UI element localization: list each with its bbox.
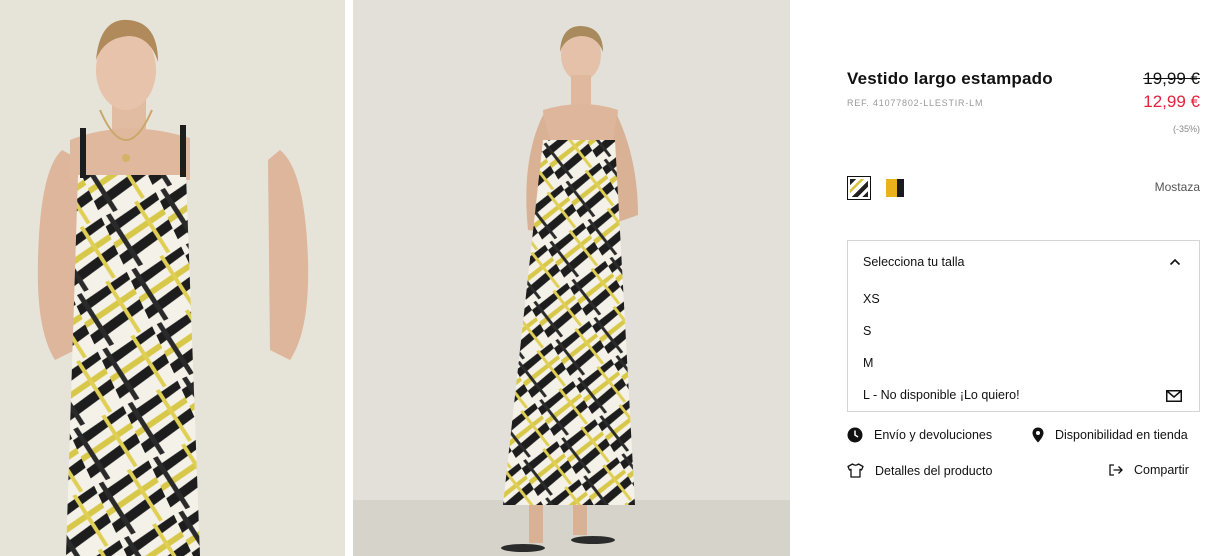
- color-swatch-print[interactable]: [847, 176, 871, 200]
- store-availability-link[interactable]: Disponibilidad en tienda: [1032, 427, 1188, 443]
- size-option-s[interactable]: S: [863, 324, 871, 338]
- sale-price: 12,99 €: [1143, 92, 1200, 111]
- clock-icon: [847, 427, 863, 443]
- model-photo-illustration: [0, 0, 345, 556]
- discount-badge: (-35%): [1172, 124, 1200, 134]
- tshirt-icon: [847, 463, 864, 478]
- share-link[interactable]: Compartir: [1109, 463, 1189, 477]
- product-details-label: Detalles del producto: [875, 463, 993, 478]
- selected-color-name: Mostaza: [1154, 180, 1200, 194]
- size-selector[interactable]: Selecciona tu talla XS S M L - No dispon…: [847, 240, 1200, 412]
- size-selector-header[interactable]: Selecciona tu talla: [863, 255, 964, 269]
- shipping-returns-link[interactable]: Envío y devoluciones: [847, 427, 992, 443]
- product-details-link[interactable]: Detalles del producto: [847, 463, 992, 478]
- mail-icon[interactable]: [1166, 390, 1182, 402]
- size-option-m[interactable]: M: [863, 356, 873, 370]
- model-photo-illustration: [353, 0, 790, 556]
- location-pin-icon: [1032, 427, 1044, 443]
- store-availability-label: Disponibilidad en tienda: [1055, 428, 1188, 442]
- shipping-returns-label: Envío y devoluciones: [874, 428, 993, 442]
- product-reference: REF. 41077802-LLESTIR-LM: [847, 98, 984, 108]
- product-image-full[interactable]: [353, 0, 790, 556]
- share-icon: [1109, 464, 1123, 476]
- product-image-front[interactable]: [0, 0, 345, 556]
- original-price: 19,99 €: [1143, 69, 1200, 88]
- chevron-up-icon[interactable]: [1169, 258, 1181, 266]
- product-info-panel: Vestido largo estampado REF. 41077802-LL…: [847, 0, 1200, 556]
- print-swatch-icon: [850, 179, 868, 197]
- size-option-l-unavailable[interactable]: L - No disponible ¡Lo quiero!: [863, 388, 1020, 402]
- size-option-xs[interactable]: XS: [863, 292, 880, 306]
- color-swatch-mustard[interactable]: [883, 176, 907, 200]
- product-title: Vestido largo estampado: [847, 69, 1053, 88]
- mustard-swatch-icon: [886, 179, 904, 197]
- share-label: Compartir: [1134, 463, 1189, 477]
